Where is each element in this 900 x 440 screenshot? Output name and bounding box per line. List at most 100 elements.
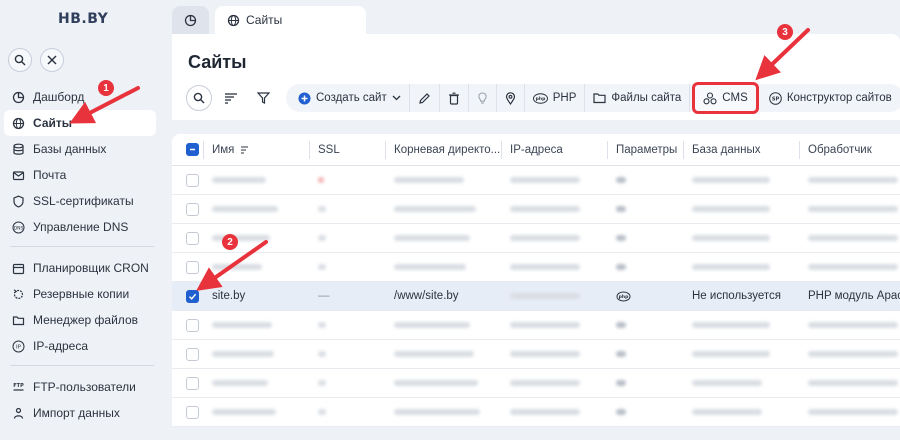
filter-button[interactable] [250,85,276,111]
sidebar-item-backups[interactable]: Резервные копии [0,281,164,307]
edit-button[interactable] [410,84,440,112]
tools-button[interactable] [40,48,64,72]
cms-label: CMS [722,92,748,104]
table-row[interactable] [172,195,900,224]
site-files-button[interactable]: Файлы сайта [585,84,691,112]
sidebar-item-label: Импорт данных [33,406,120,420]
svg-text:DNS: DNS [14,225,24,231]
search-icon [193,92,205,104]
sidebar-item-ftp[interactable]: FTP FTP-пользователи [0,374,164,400]
row-checkbox[interactable] [186,173,199,187]
site-name: site.by [212,290,246,302]
sidebar-item-ip[interactable]: IP IP-адреса [0,333,164,359]
row-checkbox[interactable] [186,289,199,303]
toolbar: Создать сайт php PHP Файлы сайта CMS SP … [186,82,900,114]
create-site-button[interactable]: Создать сайт [290,84,410,112]
delete-button[interactable] [440,84,469,112]
svg-text:IP: IP [16,344,22,350]
nav-divider [10,246,154,247]
table-row-selected[interactable]: site.by — /www/site.by php Не использует… [172,282,900,311]
row-checkbox[interactable] [186,260,199,274]
sidebar-item-mail[interactable]: Почта [0,162,164,188]
row-checkbox[interactable] [186,231,199,245]
sidebar-item-label: Резервные копии [33,287,130,301]
plus-circle-icon [298,92,311,104]
row-checkbox[interactable] [186,202,199,216]
column-header-name[interactable]: Имя [204,140,310,159]
sidebar-item-dns[interactable]: DNS Управление DNS [0,214,164,240]
svg-text:FTP: FTP [13,383,24,389]
site-builder-icon: SP [769,91,782,105]
row-checkbox[interactable] [186,376,199,390]
svg-text:SP: SP [772,96,780,102]
sidebar-item-label: Сайты [33,116,72,130]
sidebar-item-label: Почта [33,168,67,182]
dashboard-icon [184,14,197,26]
folder-icon [12,314,25,327]
dashboard-icon [12,91,25,104]
action-bar: Создать сайт php PHP Файлы сайта CMS SP … [286,82,900,114]
page-title: Сайты [188,52,247,72]
database-icon [12,143,25,156]
site-builder-button[interactable]: SP Конструктор сайтов [761,84,900,112]
site-files-label: Файлы сайта [611,92,682,104]
sidebar-nav: Дашборд Сайты Базы данных Почта SSL-серт… [0,84,164,426]
tools-icon [47,55,57,65]
tab-bar: Сайты [172,6,367,34]
table-header: Имя SSL Корневая директо... IP-адреса Па… [172,134,900,166]
table-row[interactable] [172,311,900,340]
table-row[interactable] [172,340,900,369]
table-row[interactable] [172,166,900,195]
create-site-label: Создать сайт [316,92,387,104]
select-all-checkbox[interactable] [186,143,199,156]
search-button[interactable] [8,48,32,72]
sidebar-item-label: IP-адреса [33,339,89,353]
column-header-ip[interactable]: IP-адреса [502,140,608,159]
table-row[interactable] [172,253,900,282]
sidebar-item-ssl[interactable]: SSL-сертификаты [0,188,164,214]
tab-dashboard[interactable] [172,6,209,34]
sidebar-item-cron[interactable]: Планировщик CRON [0,255,164,281]
location-button[interactable] [497,84,525,112]
lightbulb-icon [478,91,487,104]
column-header-db[interactable]: База данных [684,140,800,159]
map-pin-icon [505,91,515,105]
sidebar-item-databases[interactable]: Базы данных [0,136,164,162]
row-checkbox[interactable] [186,347,199,361]
tab-sites[interactable]: Сайты [215,6,367,34]
column-header-root[interactable]: Корневая директо... [386,140,502,159]
site-db: Не используется [692,290,782,302]
cms-icon [703,91,717,104]
php-button[interactable]: php PHP [525,84,586,112]
chevron-down-icon [392,95,401,101]
sidebar-item-import[interactable]: Импорт данных [0,400,164,426]
column-header-params[interactable]: Параметры [608,140,684,159]
sidebar-item-file-manager[interactable]: Менеджер файлов [0,307,164,333]
table-search-button[interactable] [186,85,212,111]
sort-button[interactable] [218,85,244,111]
table-row[interactable] [172,398,900,427]
minus-icon [190,148,195,151]
globe-icon [227,14,240,26]
annotation-badge-2: 2 [222,234,238,250]
column-header-handler[interactable]: Обработчик [800,141,900,159]
site-builder-label: Конструктор сайтов [786,92,892,104]
sites-table: Имя SSL Корневая директо... IP-адреса Па… [172,134,900,427]
annotation-badge-1: 1 [98,80,114,96]
tips-button[interactable] [469,84,497,112]
table-row[interactable] [172,369,900,398]
sidebar-item-label: FTP-пользователи [33,380,136,394]
table-row[interactable] [172,224,900,253]
sidebar-item-sites[interactable]: Сайты [4,110,156,136]
column-header-ssl[interactable]: SSL [310,140,386,159]
row-checkbox[interactable] [186,318,199,332]
nav-divider [10,365,154,366]
check-icon [188,293,197,300]
folder-icon [593,93,607,104]
row-checkbox[interactable] [186,405,199,419]
site-root: /www/site.by [394,290,459,302]
import-icon [12,407,25,420]
sidebar-item-dashboard[interactable]: Дашборд [0,84,164,110]
sidebar-tools [8,48,64,72]
cms-button[interactable]: CMS [692,82,759,114]
